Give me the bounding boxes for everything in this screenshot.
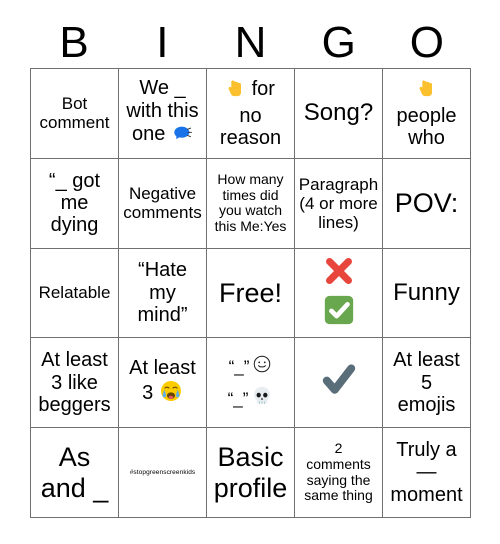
bingo-cell-i1[interactable]: We _ with this one [119, 69, 207, 159]
bingo-cell-o1-text: people who [385, 77, 468, 149]
bingo-cell-g5-text: 2 comments saying the same thing [304, 440, 373, 504]
bingo-cell-n3-text: Free! [218, 277, 283, 308]
bingo-cell-b1-text: Bot comment [39, 94, 110, 133]
bingo-cell-g5[interactable]: 2 comments saying the same thing [295, 428, 383, 518]
bingo-cell-o5[interactable]: Truly a — moment [383, 428, 471, 518]
bingo-cell-b4[interactable]: At least 3 like beggers [31, 338, 119, 429]
bingo-cell-g4[interactable] [295, 338, 383, 429]
bingo-cell-n1[interactable]: for no reason [207, 69, 295, 159]
bingo-cell-o4[interactable]: At least 5 emojis [383, 338, 471, 429]
bingo-cell-i2[interactable]: Negative comments [119, 158, 207, 249]
bingo-cell-i1-text: We _ with this one [121, 77, 204, 149]
header-letter-i: I [156, 18, 169, 67]
bingo-header: B I N G O [30, 18, 471, 68]
bingo-cell-n2-text: How many times did you watch this Me:Yes [214, 170, 287, 234]
bingo-cell-i3[interactable]: “Hate my mind” [119, 248, 207, 339]
bingo-cell-i4-text: At least 3 [121, 357, 204, 409]
bingo-grid: Bot comment We _ with this one for no re… [30, 68, 471, 518]
bingo-cell-o2-text: POV: [394, 188, 459, 219]
bingo-cell-o5-text: Truly a — moment [390, 439, 463, 506]
cross-mark-icon [319, 254, 359, 293]
bingo-cell-g3[interactable] [295, 248, 383, 339]
header-letter-o: O [409, 18, 445, 67]
bingo-cell-i5[interactable]: #stopgreenscreenkids [119, 428, 207, 518]
bingo-cell-o2[interactable]: POV: [383, 158, 471, 249]
bingo-cell-o3[interactable]: Funny [383, 248, 471, 339]
bingo-cell-g2-text: Paragraph (4 or more lines) [298, 174, 379, 232]
bingo-card: B I N G O Bot comment We _ with this one… [0, 0, 500, 544]
bingo-cell-n2[interactable]: How many times did you watch this Me:Yes [207, 158, 295, 249]
bingo-cell-o4-text: At least 5 emojis [393, 349, 460, 416]
bingo-cell-i2-text: Negative comments [123, 184, 202, 223]
bingo-cell-n4-content: “_” “_” [209, 354, 292, 412]
bingo-cell-o1[interactable]: people who [383, 69, 471, 159]
bingo-cell-b3-text: Relatable [38, 283, 111, 303]
quote-line-smiley: “_” [229, 354, 273, 379]
quote-line-skull: “_” [228, 385, 274, 412]
quote-blank-2: “_” [227, 388, 249, 408]
skull-icon [251, 385, 273, 412]
bingo-cell-i5-hashtag: #stopgreenscreenkids [129, 468, 196, 476]
bingo-cell-n5[interactable]: Basic profile [207, 428, 295, 518]
bingo-cell-b5-text: As and _ [40, 442, 109, 503]
bingo-cell-g2[interactable]: Paragraph (4 or more lines) [295, 158, 383, 249]
bingo-cell-b2[interactable]: “_ got me dying [31, 158, 119, 249]
bingo-cell-b3[interactable]: Relatable [31, 248, 119, 339]
header-letter-g: G [321, 18, 356, 67]
bingo-cell-g1-text: Song? [303, 98, 374, 126]
header-letter-n: N [234, 18, 267, 67]
bingo-cell-b1[interactable]: Bot comment [31, 69, 119, 159]
bingo-cell-g3-icons [319, 254, 359, 332]
loudly-crying-face-icon [159, 379, 183, 408]
bingo-cell-g1[interactable]: Song? [295, 69, 383, 159]
header-letter-b: B [59, 18, 89, 67]
pointing-down-icon [226, 77, 246, 104]
bingo-cell-b5[interactable]: As and _ [31, 428, 119, 518]
bingo-cell-o3-text: Funny [393, 278, 460, 306]
smiling-face-icon [252, 354, 272, 379]
speaking-head-icon [171, 122, 193, 149]
bingo-cell-n1-text: for no reason [219, 77, 282, 150]
bingo-cell-b2-text: “_ got me dying [48, 169, 101, 237]
bingo-cell-n5-text: Basic profile [213, 442, 288, 503]
check-mark-button-icon [322, 293, 356, 332]
quote-blank-1: “_” [228, 356, 250, 376]
bingo-cell-i3-text: “Hate my mind” [137, 259, 188, 327]
bingo-cell-b4-text: At least 3 like beggers [38, 349, 111, 416]
pointing-down-icon [417, 77, 437, 104]
bingo-cell-n3-free-space[interactable]: Free! [207, 248, 295, 339]
heavy-check-mark-icon [316, 358, 362, 407]
bingo-cell-n4[interactable]: “_” “_” [207, 338, 295, 429]
bingo-cell-i4[interactable]: At least 3 [119, 338, 207, 429]
